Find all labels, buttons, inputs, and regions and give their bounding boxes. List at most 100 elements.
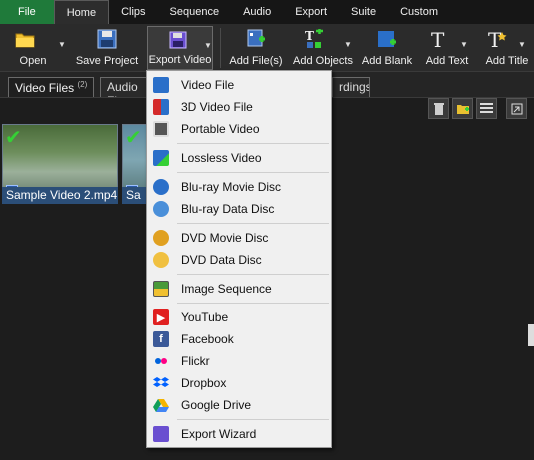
menu-item-dvd-data-disc[interactable]: DVD Data Disc xyxy=(148,249,330,271)
portable-video-icon xyxy=(153,121,169,137)
add-files-button[interactable]: Add File(s) xyxy=(226,26,286,70)
save-project-button[interactable]: Save Project xyxy=(74,26,140,70)
export-video-menu: Video File 3D Video File Portable Video … xyxy=(146,70,332,448)
menu-item-lossless-video[interactable]: Lossless Video xyxy=(148,147,330,169)
save-disk-icon xyxy=(97,29,117,49)
export-video-button[interactable]: ▼ Export Video xyxy=(147,26,213,70)
youtube-icon: ▶ xyxy=(153,309,169,325)
bluray-data-disc-icon xyxy=(153,201,169,217)
menu-item-video-file[interactable]: Video File xyxy=(148,74,330,96)
open-folder-icon xyxy=(15,33,35,48)
menu-item-label: Facebook xyxy=(181,332,234,346)
clip-label-1[interactable]: Sample Video 2.mp4 xyxy=(2,187,118,204)
add-objects-icon: T xyxy=(305,29,323,48)
image-sequence-icon xyxy=(153,281,169,297)
dvd-movie-disc-icon xyxy=(153,230,169,246)
menu-item-dvd-movie-disc[interactable]: DVD Movie Disc xyxy=(148,227,330,249)
collapse-panel-icon[interactable] xyxy=(506,98,527,119)
menu-item-image-sequence[interactable]: Image Sequence xyxy=(148,278,330,300)
tab-video-files-label: Video Files xyxy=(15,81,75,95)
dropbox-icon xyxy=(153,375,169,391)
menu-item-facebook[interactable]: f Facebook xyxy=(148,328,330,350)
export-wizard-icon xyxy=(153,426,169,442)
menu-item-label: Export Wizard xyxy=(181,427,257,441)
tab-video-files[interactable]: Video Files (2) xyxy=(8,77,95,97)
dvd-data-disc-icon xyxy=(153,252,169,268)
checkmark-icon: ✔ xyxy=(125,127,142,149)
svg-text:T: T xyxy=(431,29,445,49)
tab-recordings[interactable]: rdings xyxy=(332,77,370,97)
tab-home[interactable]: Home xyxy=(53,0,110,24)
new-folder-icon[interactable] xyxy=(452,98,473,119)
menu-separator xyxy=(177,172,329,173)
open-label: Open xyxy=(19,55,47,67)
menu-item-label: Blu-ray Data Disc xyxy=(181,202,275,216)
list-view-icon[interactable] xyxy=(476,98,497,119)
menu-item-label: Lossless Video xyxy=(181,151,262,165)
checkmark-icon: ✔ xyxy=(5,127,22,149)
lossless-video-icon xyxy=(153,150,169,166)
svg-text:T: T xyxy=(305,29,314,43)
save-project-label: Save Project xyxy=(75,55,139,67)
menu-item-flickr[interactable]: Flickr xyxy=(148,350,330,372)
menu-separator xyxy=(177,143,329,144)
tab-clips[interactable]: Clips xyxy=(109,0,157,24)
add-text-label: Add Text xyxy=(425,55,469,67)
tab-custom[interactable]: Custom xyxy=(388,0,450,24)
menu-item-dropbox[interactable]: Dropbox xyxy=(148,372,330,394)
tab-audio-files[interactable]: Audio Fi xyxy=(100,77,148,97)
tab-sequence[interactable]: Sequence xyxy=(158,0,232,24)
file-list-toolbar xyxy=(428,98,527,122)
menu-item-label: Portable Video xyxy=(181,122,260,136)
open-button[interactable]: ▼ Open xyxy=(6,26,66,70)
add-title-label: Add Title xyxy=(485,55,529,67)
menu-item-label: DVD Movie Disc xyxy=(181,231,269,245)
add-title-button[interactable]: T ▼ Add Title xyxy=(482,26,532,70)
scrollbar-thumb[interactable] xyxy=(528,324,534,346)
menu-separator xyxy=(177,274,329,275)
ribbon-separator xyxy=(220,28,221,68)
menu-separator xyxy=(177,303,329,304)
delete-icon[interactable] xyxy=(428,98,449,119)
menu-item-label: DVD Data Disc xyxy=(181,253,262,267)
clip-label-2[interactable]: Sa xyxy=(122,187,146,204)
menu-bar: File Home Clips Sequence Audio Export Su… xyxy=(0,0,534,24)
bluray-movie-disc-icon xyxy=(153,179,169,195)
add-objects-label: Add Objects xyxy=(293,55,353,67)
video-file-icon xyxy=(153,77,169,93)
menu-item-label: Image Sequence xyxy=(181,282,272,296)
menu-item-label: 3D Video File xyxy=(181,100,253,114)
menu-item-portable-video[interactable]: Portable Video xyxy=(148,118,330,140)
add-text-button[interactable]: T ▼ Add Text xyxy=(420,26,474,70)
ribbon-toolbar: ▼ Open Save Project ▼ Export Video Add F… xyxy=(0,24,534,72)
chevron-down-icon: ▼ xyxy=(58,40,66,49)
menu-separator xyxy=(177,223,329,224)
google-drive-icon xyxy=(153,397,169,413)
add-blank-icon xyxy=(378,31,396,47)
chevron-down-icon: ▼ xyxy=(344,40,352,49)
menu-item-bluray-data-disc[interactable]: Blu-ray Data Disc xyxy=(148,198,330,220)
menu-item-youtube[interactable]: ▶ YouTube xyxy=(148,306,330,328)
add-title-icon: T xyxy=(488,29,507,49)
menu-item-3d-video-file[interactable]: 3D Video File xyxy=(148,96,330,118)
add-text-icon: T xyxy=(431,29,445,49)
menu-item-label: Dropbox xyxy=(181,376,227,390)
tab-export[interactable]: Export xyxy=(283,0,339,24)
tab-file[interactable]: File xyxy=(0,0,54,24)
menu-separator xyxy=(177,419,329,420)
tab-audio[interactable]: Audio xyxy=(231,0,283,24)
tab-suite[interactable]: Suite xyxy=(339,0,388,24)
add-blank-label: Add Blank xyxy=(361,55,413,67)
add-blank-button[interactable]: Add Blank xyxy=(360,26,414,70)
add-objects-button[interactable]: T ▼ Add Objects xyxy=(290,26,356,70)
export-video-icon xyxy=(169,31,187,49)
menu-item-google-drive[interactable]: Google Drive xyxy=(148,394,330,416)
menu-item-bluray-movie-disc[interactable]: Blu-ray Movie Disc xyxy=(148,176,330,198)
flickr-icon xyxy=(153,353,169,369)
add-files-label: Add File(s) xyxy=(229,55,283,67)
3d-video-file-icon xyxy=(153,99,169,115)
chevron-down-icon: ▼ xyxy=(518,40,526,49)
menu-item-label: Blu-ray Movie Disc xyxy=(181,180,282,194)
export-video-label: Export Video xyxy=(148,54,212,66)
menu-item-export-wizard[interactable]: Export Wizard xyxy=(148,423,330,445)
